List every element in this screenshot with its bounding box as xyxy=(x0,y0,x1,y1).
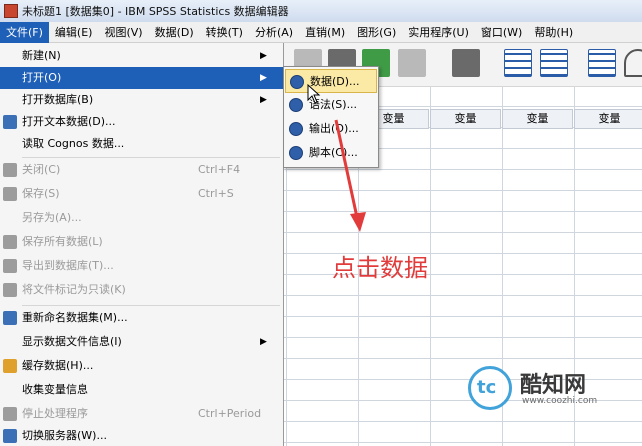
menu-item-label: 保存所有数据(L) xyxy=(22,235,103,248)
weight-cases-icon[interactable] xyxy=(624,49,642,77)
menu-item-label: 打开(O) xyxy=(22,71,62,84)
menu-item-switch-server[interactable]: 切换服务器(W)... xyxy=(0,425,284,446)
window-title: 未标题1 [数据集0] - IBM SPSS Statistics 数据编辑器 xyxy=(22,5,289,18)
menu-item-label: 显示数据文件信息(I) xyxy=(22,335,122,348)
column-header[interactable]: 变量 xyxy=(502,109,573,129)
menu-separator xyxy=(22,305,280,306)
menu-item-label: 读取 Cognos 数据... xyxy=(22,137,125,150)
menu-item-open-text-data[interactable]: 打开文本数据(D)... xyxy=(0,111,284,133)
menu-item-label: 打开数据库(B) xyxy=(22,93,94,106)
menu-shortcut: Ctrl+F4 xyxy=(198,163,241,176)
menu-item-open[interactable]: 打开(O) ▶ xyxy=(0,67,284,89)
menu-item-label: 导出到数据库(T)... xyxy=(22,259,114,272)
menu-item-label: 将文件标记为只读(K) xyxy=(22,283,126,296)
menu-window[interactable]: 窗口(W) xyxy=(475,22,528,43)
close-icon xyxy=(3,163,17,177)
menu-item-label: 关闭(C) xyxy=(22,163,61,176)
menu-item-open-database[interactable]: 打开数据库(B) ▶ xyxy=(0,89,284,111)
menu-shortcut: Ctrl+Period xyxy=(198,407,262,420)
menu-direct-marketing[interactable]: 直销(M) xyxy=(299,22,351,43)
find-icon[interactable] xyxy=(452,49,480,77)
menu-item-label: 缓存数据(H)... xyxy=(22,359,94,372)
menu-utilities[interactable]: 实用程序(U) xyxy=(402,22,475,43)
menu-data[interactable]: 数据(D) xyxy=(149,22,200,43)
stop-icon xyxy=(3,407,17,421)
menu-bar: 文件(F) 编辑(E) 视图(V) 数据(D) 转换(T) 分析(A) 直销(M… xyxy=(0,21,642,43)
mouse-cursor-icon xyxy=(307,84,321,104)
watermark-logo: tc xyxy=(468,366,512,410)
column-header[interactable]: 变量 xyxy=(574,109,642,129)
rename-icon xyxy=(3,311,17,325)
menu-transform[interactable]: 转换(T) xyxy=(200,22,249,43)
menu-item-label: 打开文本数据(D)... xyxy=(22,115,116,128)
title-bar: 未标题1 [数据集0] - IBM SPSS Statistics 数据编辑器 xyxy=(0,0,642,22)
menu-item-new[interactable]: 新建(N) ▶ xyxy=(0,45,284,67)
annotation-arrow-icon xyxy=(334,119,366,232)
menu-file[interactable]: 文件(F) xyxy=(0,21,49,43)
menu-item-export-database[interactable]: 导出到数据库(T)... xyxy=(0,255,284,277)
menu-view[interactable]: 视图(V) xyxy=(98,22,148,43)
menu-separator xyxy=(22,157,280,158)
menu-item-rename-dataset[interactable]: 重新命名数据集(M)... xyxy=(0,307,284,329)
menu-item-label: 另存为(A)... xyxy=(22,211,82,224)
menu-item-read-cognos[interactable]: 读取 Cognos 数据... xyxy=(0,133,284,155)
column-header[interactable]: 变量 xyxy=(430,109,501,129)
menu-item-label: 重新命名数据集(M)... xyxy=(22,311,128,324)
save-icon xyxy=(3,187,17,201)
text-data-icon xyxy=(3,115,17,129)
watermark: tc 酷知网 www.coozhi.com xyxy=(468,366,638,412)
menu-item-label: 切换服务器(W)... xyxy=(22,429,107,442)
menu-item-label: 保存(S) xyxy=(22,187,60,200)
menu-shortcut: Ctrl+S xyxy=(198,187,234,200)
submenu-arrow-icon: ▶ xyxy=(260,337,267,347)
export-db-icon xyxy=(3,259,17,273)
menu-item-label: 收集变量信息 xyxy=(22,383,88,396)
menu-edit[interactable]: 编辑(E) xyxy=(49,22,99,43)
menu-item-cache-data[interactable]: 缓存数据(H)... xyxy=(0,355,284,377)
menu-item-close[interactable]: 关闭(C) Ctrl+F4 xyxy=(0,159,284,181)
menu-graphs[interactable]: 图形(G) xyxy=(351,22,402,43)
readonly-icon xyxy=(3,283,17,297)
spss-app-icon xyxy=(4,4,18,18)
menu-item-label: 新建(N) xyxy=(22,49,61,62)
split-file-icon[interactable] xyxy=(588,49,616,77)
save-all-icon xyxy=(3,235,17,249)
script-file-icon xyxy=(289,146,303,160)
menu-analyze[interactable]: 分析(A) xyxy=(249,22,299,43)
menu-item-collect-variable-info[interactable]: 收集变量信息 xyxy=(0,379,284,401)
file-menu: 新建(N) ▶ 打开(O) ▶ 打开数据库(B) ▶ 打开文本数据(D)... … xyxy=(0,43,284,446)
submenu-item-data[interactable]: 数据(D)... xyxy=(285,69,377,93)
menu-item-label: 停止处理程序 xyxy=(22,407,88,420)
menu-item-save-all[interactable]: 保存所有数据(L) xyxy=(0,231,284,253)
menu-item-save-as[interactable]: 另存为(A)... xyxy=(0,207,284,229)
menu-help[interactable]: 帮助(H) xyxy=(528,22,579,43)
watermark-brand: 酷知网 xyxy=(520,373,587,398)
menu-item-save[interactable]: 保存(S) Ctrl+S xyxy=(0,183,284,205)
annotation-text: 点击数据 xyxy=(332,254,428,282)
insert-cases-icon[interactable] xyxy=(504,49,532,77)
cache-icon xyxy=(3,359,17,373)
insert-variable-icon[interactable] xyxy=(540,49,568,77)
data-file-icon xyxy=(290,75,304,89)
submenu-arrow-icon: ▶ xyxy=(260,51,267,61)
menu-item-file-info[interactable]: 显示数据文件信息(I) ▶ xyxy=(0,331,284,353)
output-file-icon xyxy=(289,122,303,136)
submenu-arrow-icon: ▶ xyxy=(260,73,267,83)
server-icon xyxy=(3,429,17,443)
syntax-file-icon xyxy=(289,98,303,112)
watermark-logo-text: tc xyxy=(477,377,497,398)
submenu-arrow-icon: ▶ xyxy=(260,95,267,105)
watermark-url: www.coozhi.com xyxy=(522,396,598,406)
menu-item-mark-readonly[interactable]: 将文件标记为只读(K) xyxy=(0,279,284,301)
menu-item-stop-processor[interactable]: 停止处理程序 Ctrl+Period xyxy=(0,403,284,425)
submenu-item-syntax[interactable]: 语法(S)... xyxy=(285,93,377,117)
variables-icon[interactable] xyxy=(398,49,426,77)
